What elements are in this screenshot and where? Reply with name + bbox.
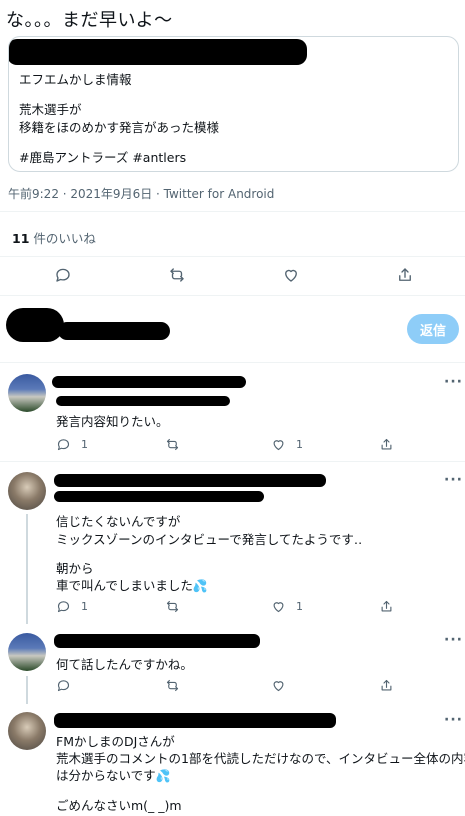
redacted-composer-avatar <box>6 308 64 342</box>
thread-line <box>26 514 28 624</box>
retweet-icon <box>170 268 184 282</box>
like-icon <box>285 269 297 282</box>
share-icon <box>381 438 392 450</box>
redacted-handle <box>54 491 264 502</box>
tweet-timestamp[interactable]: 午前9:22 · 2021年9月6日 · Twitter for Android <box>8 185 274 202</box>
share-button[interactable] <box>394 264 416 286</box>
reply-count: 1 <box>81 438 88 451</box>
redacted-username <box>54 634 260 648</box>
quote-line: 移籍をほのめかす発言があった模様 <box>19 120 220 135</box>
like-count: 1 <box>296 600 303 613</box>
reply-button[interactable] <box>52 264 74 286</box>
reply-icon <box>57 601 70 613</box>
retweet-button[interactable] <box>165 599 180 614</box>
avatar[interactable] <box>8 374 46 412</box>
likes-summary[interactable]: 11 件のいいね <box>12 228 96 247</box>
reply-icon <box>57 439 70 451</box>
like-button[interactable]: 1 <box>271 599 303 614</box>
divider <box>0 256 465 257</box>
redacted-username <box>54 474 326 487</box>
divider <box>0 362 465 363</box>
redacted-composer-placeholder <box>58 322 170 340</box>
reply-text: は分からないです💦 <box>56 765 171 784</box>
redacted-quote-author <box>9 39 307 65</box>
sweat-droplets-icon: 💦 <box>155 769 171 783</box>
like-icon <box>273 440 284 451</box>
thread-line <box>26 676 28 704</box>
share-button[interactable] <box>379 437 394 452</box>
like-count: 1 <box>296 438 303 451</box>
reply-icon <box>57 680 70 692</box>
like-icon <box>273 602 284 613</box>
reply-icon <box>56 268 70 282</box>
more-icon[interactable]: ··· <box>444 632 463 648</box>
retweet-button[interactable] <box>166 264 188 286</box>
likes-label: 件のいいね <box>29 231 96 246</box>
share-icon <box>381 600 392 612</box>
reply-text-line: は分からないです <box>56 768 156 783</box>
divider <box>0 295 465 296</box>
like-icon <box>273 681 284 692</box>
redacted-handle <box>56 396 230 406</box>
quoted-tweet-card[interactable]: エフエムかしま情報 荒木選手が 移籍をほのめかす発言があった模様 #鹿島アントラ… <box>8 36 459 172</box>
like-button[interactable]: 1 <box>271 437 303 452</box>
quote-line: 荒木選手が <box>19 102 82 117</box>
avatar[interactable] <box>8 472 46 510</box>
retweet-icon <box>166 600 179 613</box>
share-icon <box>381 679 392 691</box>
retweet-button[interactable] <box>165 437 180 452</box>
tweet-text: な。。。まだ早いよ〜 <box>6 10 173 31</box>
reply-button[interactable] <box>56 678 71 693</box>
retweet-button[interactable] <box>165 678 180 693</box>
share-button[interactable] <box>379 599 394 614</box>
reply-button[interactable]: 1 <box>56 437 88 452</box>
like-button[interactable] <box>280 264 302 286</box>
reply-text: 信じたくないんですが <box>56 514 181 529</box>
reply-text-line: 車で叫んでしまいました <box>56 578 193 593</box>
quote-hashtags[interactable]: #鹿島アントラーズ #antlers <box>19 147 186 166</box>
quote-line: エフエムかしま情報 <box>19 72 132 87</box>
redacted-username <box>54 713 336 728</box>
reply-text: ミックスゾーンのインタビューで発言してたようです‥ <box>56 532 363 547</box>
divider <box>0 461 465 462</box>
redacted-username <box>52 376 246 388</box>
retweet-icon <box>166 438 179 451</box>
reply-text: 車で叫んでしまいました💦 <box>56 575 208 594</box>
reply-text: 発言内容知りたい。 <box>56 414 169 429</box>
reply-text: 何て話したんですかね。 <box>56 657 193 672</box>
reply-count: 1 <box>81 600 88 613</box>
composer-reply-button[interactable]: 返信 <box>407 314 459 344</box>
share-button[interactable] <box>379 678 394 693</box>
retweet-icon <box>166 679 179 692</box>
likes-count: 11 <box>12 231 30 246</box>
avatar[interactable] <box>8 633 46 671</box>
more-icon[interactable]: ··· <box>444 374 463 390</box>
more-icon[interactable]: ··· <box>444 472 463 488</box>
avatar[interactable] <box>8 712 46 750</box>
divider <box>0 211 465 212</box>
like-button[interactable] <box>271 678 286 693</box>
reply-button[interactable]: 1 <box>56 599 88 614</box>
share-icon <box>399 268 411 281</box>
more-icon[interactable]: ··· <box>444 712 463 728</box>
sweat-droplets-icon: 💦 <box>192 579 208 593</box>
reply-text: ごめんなさいm(_ _)m <box>56 798 182 813</box>
